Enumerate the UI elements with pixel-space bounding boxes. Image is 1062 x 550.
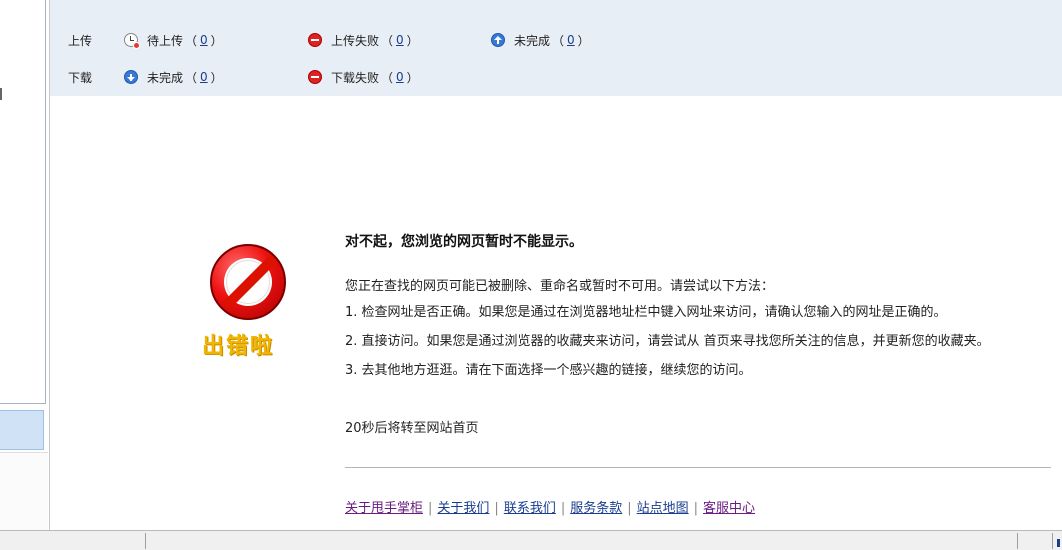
error-title: 对不起，您浏览的网页暂时不能显示。 [345,234,583,250]
error-intro: 您正在查找的网页可能已被删除、重命名或暂时不可用。请尝试以下方法： [345,279,775,294]
pending-upload-item: 待上传 （0） [124,30,223,50]
error-message-block: 对不起，您浏览的网页暂时不能显示。 您正在查找的网页可能已被删除、重命名或暂时不… [345,232,1057,516]
paren-close: ） [406,70,419,85]
footer-link-about-shuaishou[interactable]: 关于甩手掌柜 [345,501,423,516]
download-incomplete-item: 未完成 （0） [124,67,223,87]
redirect-countdown: 20秒后将转至网站首页 [345,421,479,436]
transfer-status-panel: 上传 待上传 （0） 上传失败 （0） 未完成 （0） 下载 未完成 （0） 下… [50,0,1062,96]
footer-link-customer-service[interactable]: 客服中心 [703,501,755,516]
upload-incomplete-label: 未完成 [514,33,551,48]
paren-close: ） [210,70,223,85]
footer-separator: | [494,501,499,516]
sidebar-panel [0,0,46,404]
status-bar-zone-icon[interactable] [1052,533,1060,549]
status-bar [0,530,1062,550]
download-incomplete-label: 未完成 [147,70,184,85]
fail-icon [308,70,322,84]
upload-incomplete-item: 未完成 （0） [491,30,590,50]
footer-link-about-us[interactable]: 关于我们 [437,501,489,516]
tip-check-url: 1. 检查网址是否正确。如果您是通过在浏览器地址栏中键入网址来访问，请确认您输入… [345,305,947,320]
footer-separator: | [627,501,632,516]
status-bar-divider [1017,533,1018,549]
sidebar-selected-item[interactable] [0,410,44,450]
download-row-label: 下载 [68,70,93,85]
download-failed-label: 下载失败 [331,70,380,85]
download-row: 下载 [68,67,124,87]
sidebar-lower-panel [0,452,48,530]
download-failed-count[interactable]: 0 [396,70,404,84]
tip-direct-visit: 2. 直接访问。如果您是通过浏览器的收藏夹来访问，请尝试从 首页来寻找您所关注的… [345,334,990,349]
paren-open: （ [381,70,394,85]
sidebar-edge-mark [0,88,4,100]
footer-separator: | [693,501,699,516]
upload-row-label: 上传 [68,33,93,48]
clock-icon [124,33,140,49]
pending-upload-label: 待上传 [147,33,184,48]
footer-separator: | [428,501,433,516]
status-bar-divider [145,533,146,549]
upload-incomplete-count[interactable]: 0 [567,33,575,47]
error-illustration: 出错啦 [200,244,312,364]
tip-browse-elsewhere: 3. 去其他地方逛逛。请在下面选择一个感兴趣的链接，继续您的访问。 [345,363,752,378]
paren-open: （ [381,33,394,48]
footer-link-terms[interactable]: 服务条款 [570,501,622,516]
download-failed-item: 下载失败 （0） [308,67,419,87]
paren-open: （ [552,33,565,48]
footer-link-contact-us[interactable]: 联系我们 [504,501,556,516]
arrow-up-icon [491,33,505,47]
error-graphic-text: 出错啦 [202,334,275,359]
download-incomplete-count[interactable]: 0 [200,70,208,84]
paren-close: ） [406,33,419,48]
paren-open: （ [185,70,198,85]
footer-link-sitemap[interactable]: 站点地图 [637,501,689,516]
main-content: 上传 待上传 （0） 上传失败 （0） 未完成 （0） 下载 未完成 （0） 下… [50,0,1062,530]
upload-failed-label: 上传失败 [331,33,380,48]
footer-separator: | [560,501,566,516]
fail-icon [308,33,322,47]
paren-close: ） [210,33,223,48]
divider [345,467,1051,468]
prohibited-icon [210,244,286,320]
footer-links: 关于甩手掌柜 | 关于我们 | 联系我们 | 服务条款 | 站点地图 | 客服中心 [345,500,755,518]
paren-close: ） [577,33,590,48]
upload-failed-count[interactable]: 0 [396,33,404,47]
pending-upload-count[interactable]: 0 [200,33,208,47]
left-sidebar [0,0,50,530]
arrow-down-icon [124,70,138,84]
upload-row: 上传 [68,30,124,50]
paren-open: （ [185,33,198,48]
upload-failed-item: 上传失败 （0） [308,30,419,50]
